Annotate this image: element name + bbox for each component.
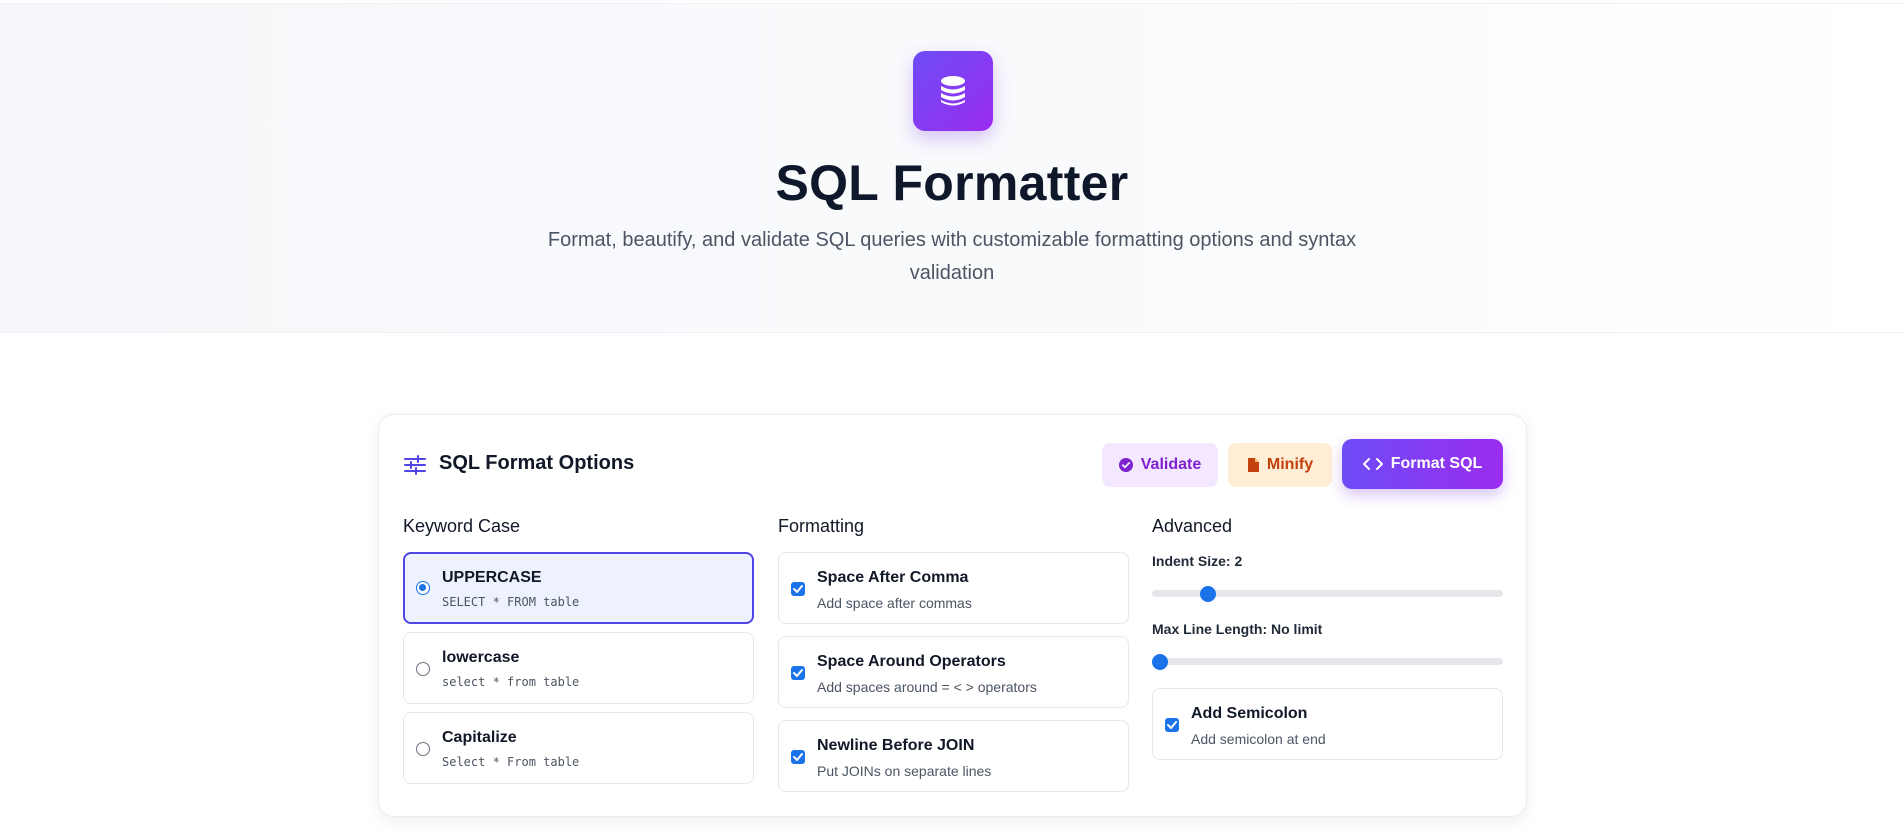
keyword-case-title: Keyword Case — [403, 516, 521, 536]
checkmark-icon — [793, 753, 803, 761]
option-description: Put JOINs on separate lines — [817, 763, 992, 779]
checkbox-space-after-comma[interactable] — [791, 582, 805, 596]
format-sql-button[interactable]: Format SQL — [1342, 439, 1503, 489]
option-example: select * from table — [442, 675, 580, 689]
formatting-title: Formatting — [778, 516, 865, 536]
logo-tile — [913, 51, 993, 131]
option-description: Add space after commas — [817, 595, 972, 611]
checkmark-icon — [793, 585, 803, 593]
keyword-case-option-lowercase[interactable]: lowercase select * from table — [403, 632, 754, 704]
option-space-around-operators[interactable]: Space Around Operators Add spaces around… — [778, 636, 1129, 708]
option-label: Add Semicolon — [1191, 705, 1308, 722]
checkmark-icon — [793, 669, 803, 677]
option-label: UPPERCASE — [442, 569, 542, 586]
validate-label: Validate — [1140, 456, 1202, 473]
option-description: Add semicolon at end — [1191, 731, 1326, 747]
minify-label: Minify — [1266, 456, 1314, 473]
max-line-length-label: Max Line Length: No limit — [1152, 621, 1323, 637]
format-sql-label: Format SQL — [1390, 455, 1483, 472]
option-add-semicolon[interactable]: Add Semicolon Add semicolon at end — [1152, 688, 1503, 760]
indent-size-slider[interactable] — [1152, 586, 1503, 602]
option-label: lowercase — [442, 649, 520, 666]
advanced-title: Advanced — [1152, 516, 1233, 536]
indent-size-slider-thumb[interactable] — [1199, 586, 1216, 602]
option-label: Space Around Operators — [817, 653, 1006, 670]
keyword-case-option-capitalize[interactable]: Capitalize Select * From table — [403, 712, 754, 784]
option-example: SELECT * FROM table — [442, 595, 580, 609]
options-title: SQL Format Options — [439, 452, 635, 474]
code-icon — [1362, 458, 1383, 470]
page-subtitle: Format, beautify, and validate SQL queri… — [547, 229, 1357, 284]
option-newline-before-join[interactable]: Newline Before JOIN Put JOINs on separat… — [778, 720, 1129, 792]
option-label: Capitalize — [442, 729, 517, 746]
checkbox-add-semicolon[interactable] — [1165, 718, 1179, 732]
checkbox-newline-before-join[interactable] — [791, 750, 805, 764]
checkbox-space-around-operators[interactable] — [791, 666, 805, 680]
validate-button[interactable]: Validate — [1102, 443, 1218, 487]
radio-lowercase[interactable] — [416, 662, 430, 676]
file-icon — [1247, 458, 1259, 472]
format-options-card: SQL Format Options Validate Minify Forma… — [378, 414, 1527, 817]
hero-section: SQL Formatter Format, beautify, and vali… — [0, 4, 1904, 333]
option-space-after-comma[interactable]: Space After Comma Add space after commas — [778, 552, 1129, 624]
option-description: Add spaces around = < > operators — [817, 679, 1037, 695]
check-circle-icon — [1118, 458, 1133, 472]
radio-capitalize[interactable] — [416, 742, 430, 756]
option-example: Select * From table — [442, 755, 580, 769]
radio-uppercase[interactable] — [416, 581, 430, 595]
minify-button[interactable]: Minify — [1228, 443, 1332, 487]
keyword-case-option-uppercase[interactable]: UPPERCASE SELECT * FROM table — [403, 552, 754, 624]
max-line-length-slider-thumb[interactable] — [1152, 654, 1168, 670]
option-label: Space After Comma — [817, 569, 969, 586]
option-label: Newline Before JOIN — [817, 737, 975, 754]
checkmark-icon — [1167, 721, 1177, 729]
indent-size-label: Indent Size: 2 — [1152, 553, 1243, 569]
page-title: SQL Formatter — [775, 155, 1129, 211]
database-icon — [941, 76, 965, 106]
sliders-icon — [404, 455, 426, 475]
max-line-length-slider[interactable] — [1152, 654, 1503, 670]
